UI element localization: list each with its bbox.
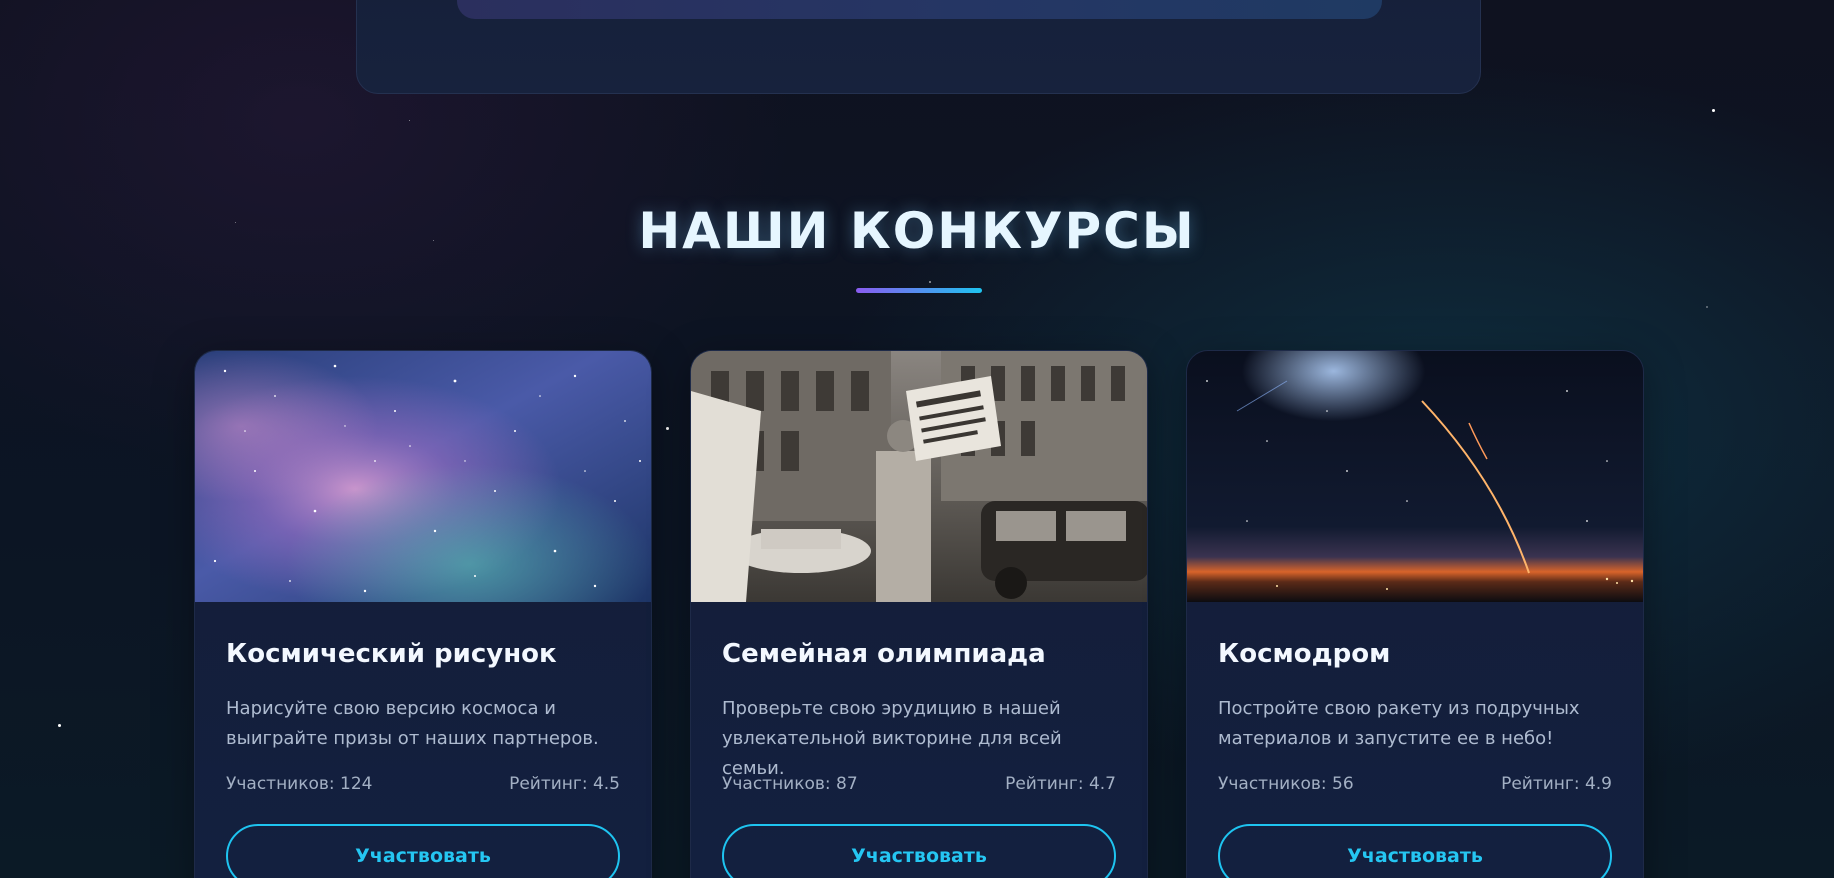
rocket-launch-night-image	[1187, 351, 1643, 602]
rating-value: Рейтинг: 4.9	[1501, 774, 1612, 794]
participate-button[interactable]: Участвовать	[1218, 824, 1612, 878]
title-underline	[856, 288, 982, 293]
participants-count: Участников: 124	[226, 774, 373, 794]
card-title: Космический рисунок	[226, 639, 557, 669]
vintage-newspaper-street-image	[691, 351, 1147, 602]
rating-value: Рейтинг: 4.5	[509, 774, 620, 794]
rating-value: Рейтинг: 4.7	[1005, 774, 1116, 794]
page-background: НАШИ КОНКУРСЫ Космический рисунок Нарису…	[0, 0, 1834, 878]
star-decoration	[1712, 109, 1715, 112]
contest-card: Семейная олимпиада Проверьте свою эрудиц…	[690, 350, 1148, 878]
card-description: Нарисуйте свою версию космоса и выиграйт…	[226, 698, 599, 749]
card-title: Семейная олимпиада	[722, 639, 1046, 669]
star-decoration	[1706, 306, 1708, 308]
participants-count: Участников: 87	[722, 774, 858, 794]
star-decoration	[929, 281, 931, 283]
card-description: Постройте свою ракету из подручных матер…	[1218, 698, 1580, 749]
participate-button[interactable]: Участвовать	[722, 824, 1116, 878]
participate-button[interactable]: Участвовать	[226, 824, 620, 878]
star-decoration	[409, 120, 410, 121]
contest-card: Космодром Постройте свою ракету из подру…	[1186, 350, 1644, 878]
milky-way-galaxy-image	[195, 351, 651, 602]
section-title: НАШИ КОНКУРСЫ	[638, 202, 1196, 260]
top-panel-bar	[457, 0, 1382, 19]
top-panel	[356, 0, 1481, 94]
card-description: Проверьте свою эрудицию в нашей увлекате…	[722, 698, 1062, 779]
star-decoration	[58, 724, 61, 727]
contest-card: Космический рисунок Нарисуйте свою верси…	[194, 350, 652, 878]
star-decoration	[666, 427, 669, 430]
card-title: Космодром	[1218, 639, 1391, 669]
participants-count: Участников: 56	[1218, 774, 1354, 794]
